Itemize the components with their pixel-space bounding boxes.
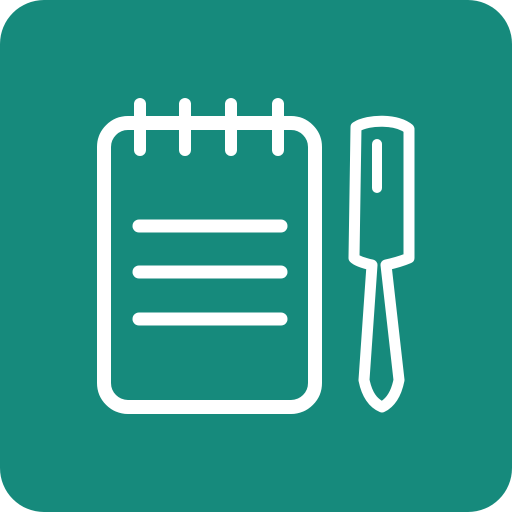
notes-app-icon (0, 0, 512, 512)
icon-background (0, 0, 512, 512)
app-icon (0, 0, 512, 512)
